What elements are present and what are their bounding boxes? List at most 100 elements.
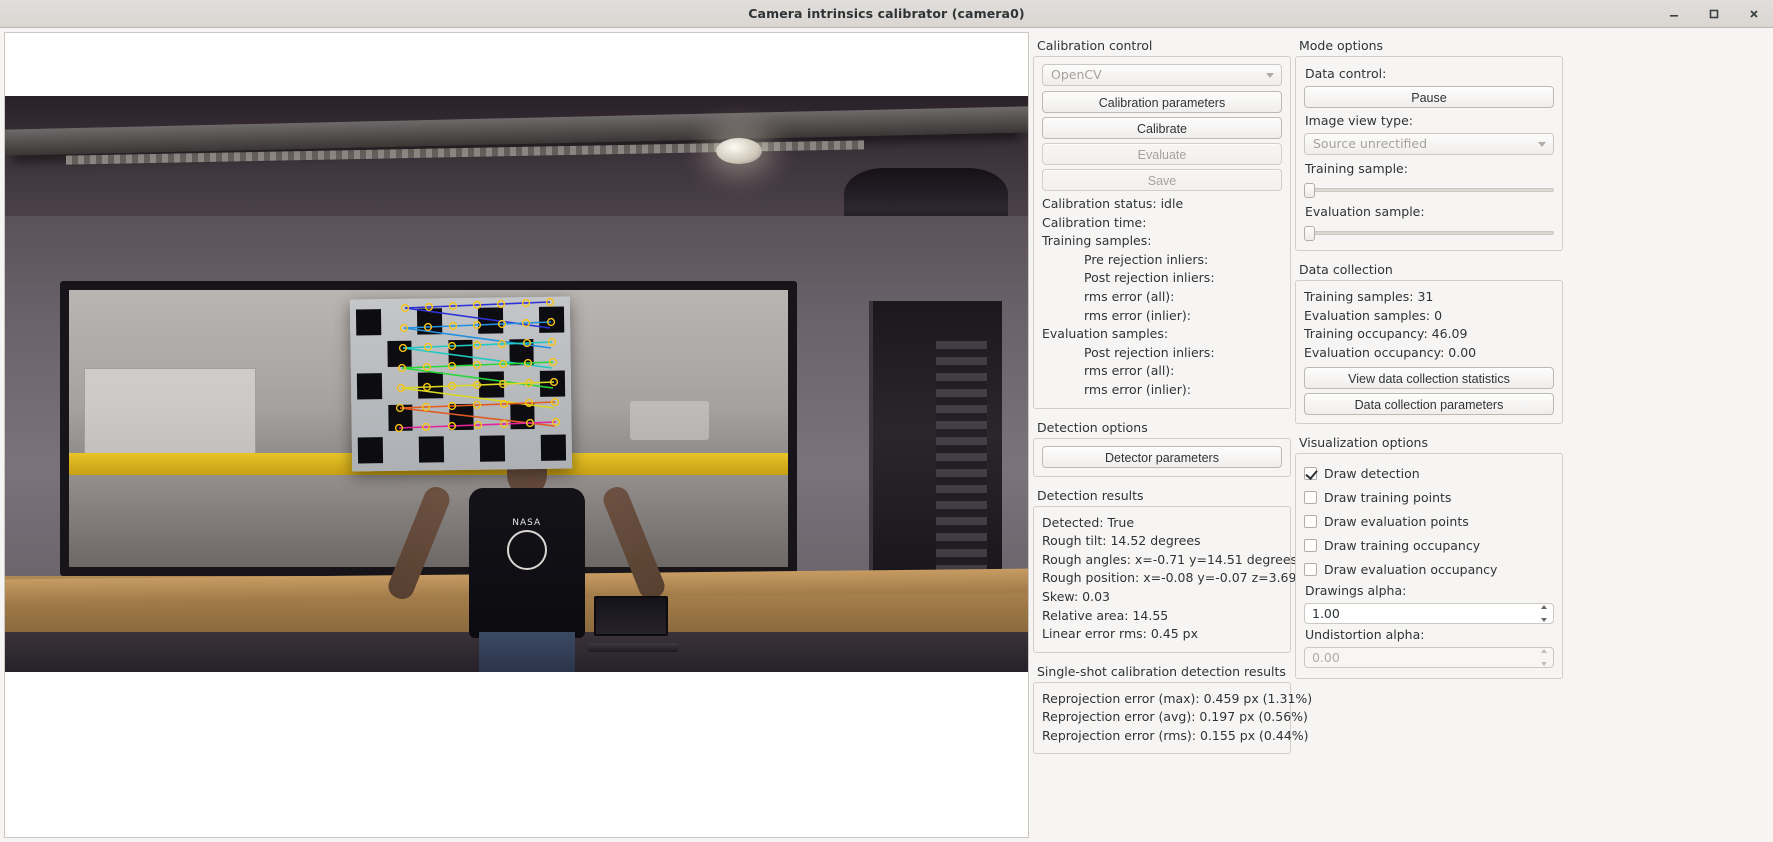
draw-training-occupancy-label: Draw training occupancy	[1324, 538, 1480, 553]
training-samples-count-line: Training samples: 31	[1304, 288, 1554, 307]
training-pre-rejection-inliers-line: Pre rejection inliers:	[1042, 251, 1282, 270]
data-collection-group: Training samples: 31 Evaluation samples:…	[1295, 280, 1563, 424]
shirt-text: NASA	[498, 518, 556, 528]
detection-results-group: Detected: True Rough tilt: 14.52 degrees…	[1033, 506, 1291, 653]
evaluate-button: Evaluate	[1042, 143, 1282, 165]
training-sample-slider[interactable]	[1304, 181, 1554, 199]
draw-detection-checkbox[interactable]: Draw detection	[1304, 461, 1554, 485]
calibration-status-line: Calibration status: idle	[1042, 195, 1282, 214]
slider-track	[1304, 188, 1554, 192]
linear-error-rms-line: Linear error rms: 0.45 px	[1042, 625, 1282, 644]
window-titlebar: Camera intrinsics calibrator (camera0)	[0, 0, 1773, 28]
slider-track	[1304, 231, 1554, 235]
scene-person-legs	[479, 632, 575, 672]
evaluation-sample-slider[interactable]	[1304, 224, 1554, 242]
evaluation-sample-label: Evaluation sample:	[1305, 203, 1554, 221]
calibration-control-label: Calibration control	[1033, 38, 1291, 56]
data-collection-parameters-button[interactable]: Data collection parameters	[1304, 393, 1554, 415]
training-post-rejection-inliers-line: Post rejection inliers:	[1042, 269, 1282, 288]
calibration-model-combo[interactable]: OpenCV	[1042, 64, 1282, 86]
detection-options-label: Detection options	[1033, 420, 1291, 438]
stepper-arrows	[1538, 649, 1550, 666]
scene-content: NASA	[5, 96, 1028, 672]
calibration-parameters-button[interactable]: Calibration parameters	[1042, 91, 1282, 113]
maximize-button[interactable]	[1703, 3, 1725, 25]
data-control-label: Data control:	[1305, 65, 1554, 83]
undistortion-alpha-value: 0.00	[1312, 648, 1340, 667]
detection-results-label: Detection results	[1033, 488, 1291, 506]
checkmark-icon	[1304, 467, 1317, 480]
shirt-logo-icon	[507, 530, 547, 570]
relative-area-line: Relative area: 14.55	[1042, 607, 1282, 626]
draw-detection-label: Draw detection	[1324, 466, 1420, 481]
undistortion-alpha-label: Undistortion alpha:	[1305, 626, 1554, 644]
detected-line: Detected: True	[1042, 514, 1282, 533]
camera-image: NASA	[5, 96, 1028, 672]
calibration-time-line: Calibration time:	[1042, 214, 1282, 233]
draw-training-points-checkbox[interactable]: Draw training points	[1304, 485, 1554, 509]
chevron-down-icon	[1266, 73, 1274, 78]
scene-laptop-screen	[594, 596, 668, 636]
reprojection-error-max-line: Reprojection error (max): 0.459 px (1.31…	[1042, 690, 1282, 709]
save-button: Save	[1042, 169, 1282, 191]
calibration-target-board	[350, 296, 572, 471]
detector-parameters-button[interactable]: Detector parameters	[1042, 446, 1282, 468]
stepper-arrows[interactable]	[1538, 605, 1550, 622]
calibrate-button[interactable]: Calibrate	[1042, 117, 1282, 139]
scene-object-c	[630, 401, 709, 440]
scene-laptop	[588, 596, 678, 652]
single-shot-results-group: Reprojection error (max): 0.459 px (1.31…	[1033, 682, 1291, 755]
view-data-collection-statistics-button[interactable]: View data collection statistics	[1304, 367, 1554, 389]
window-controls	[1663, 0, 1765, 28]
drawings-alpha-value: 1.00	[1312, 604, 1340, 623]
drawings-alpha-stepper[interactable]: 1.00	[1304, 603, 1554, 624]
evaluation-occupancy-line: Evaluation occupancy: 0.00	[1304, 344, 1554, 363]
mode-options-group: Data control: Pause Image view type: Sou…	[1295, 56, 1563, 251]
training-sample-label: Training sample:	[1305, 160, 1554, 178]
window-title: Camera intrinsics calibrator (camera0)	[748, 6, 1024, 21]
pause-button[interactable]: Pause	[1304, 86, 1554, 108]
camera-preview-pane[interactable]: NASA	[4, 32, 1029, 838]
reprojection-error-rms-line: Reprojection error (rms): 0.155 px (0.44…	[1042, 727, 1282, 746]
draw-evaluation-points-checkbox[interactable]: Draw evaluation points	[1304, 509, 1554, 533]
detection-options-group: Detector parameters	[1033, 438, 1291, 477]
data-collection-label: Data collection	[1295, 262, 1563, 280]
drawings-alpha-label: Drawings alpha:	[1305, 582, 1554, 600]
stepper-up-icon[interactable]	[1541, 605, 1547, 609]
stepper-up-icon	[1541, 649, 1547, 653]
options-column: Mode options Data control: Pause Image v…	[1295, 32, 1563, 838]
evaluation-samples-count-line: Evaluation samples: 0	[1304, 307, 1554, 326]
training-rms-error-all-line: rms error (all):	[1042, 288, 1282, 307]
evaluation-samples-line: Evaluation samples:	[1042, 325, 1282, 344]
image-view-type-combo[interactable]: Source unrectified	[1304, 133, 1554, 155]
close-button[interactable]	[1743, 3, 1765, 25]
checkerboard-pattern	[356, 307, 566, 464]
scene-vent-grate	[936, 341, 987, 586]
image-view-type-label: Image view type:	[1305, 112, 1554, 130]
training-samples-line: Training samples:	[1042, 232, 1282, 251]
rough-position-line: Rough position: x=-0.08 y=-0.07 z=3.69	[1042, 569, 1282, 588]
rough-angles-line: Rough angles: x=-0.71 y=14.51 degrees	[1042, 551, 1282, 570]
image-view-type-value: Source unrectified	[1313, 134, 1427, 154]
draw-training-points-label: Draw training points	[1324, 490, 1451, 505]
reprojection-error-avg-line: Reprojection error (avg): 0.197 px (0.56…	[1042, 708, 1282, 727]
minimize-button[interactable]	[1663, 3, 1685, 25]
training-occupancy-line: Training occupancy: 46.09	[1304, 325, 1554, 344]
checkbox-empty-icon	[1304, 491, 1317, 504]
stepper-down-icon[interactable]	[1541, 618, 1547, 622]
calibration-control-group: OpenCV Calibration parameters Calibrate …	[1033, 56, 1291, 409]
slider-handle[interactable]	[1304, 183, 1315, 198]
skew-line: Skew: 0.03	[1042, 588, 1282, 607]
draw-evaluation-points-label: Draw evaluation points	[1324, 514, 1469, 529]
training-rms-error-inlier-line: rms error (inlier):	[1042, 307, 1282, 326]
mode-options-label: Mode options	[1295, 38, 1563, 56]
calibration-column: Calibration control OpenCV Calibration p…	[1033, 32, 1291, 838]
evaluation-rms-error-inlier-line: rms error (inlier):	[1042, 381, 1282, 400]
slider-handle[interactable]	[1304, 226, 1315, 241]
checkbox-empty-icon	[1304, 515, 1317, 528]
rough-tilt-line: Rough tilt: 14.52 degrees	[1042, 532, 1282, 551]
draw-training-occupancy-checkbox[interactable]: Draw training occupancy	[1304, 533, 1554, 557]
chevron-down-icon	[1538, 142, 1546, 147]
checkbox-empty-icon	[1304, 539, 1317, 552]
draw-evaluation-occupancy-checkbox[interactable]: Draw evaluation occupancy	[1304, 557, 1554, 581]
